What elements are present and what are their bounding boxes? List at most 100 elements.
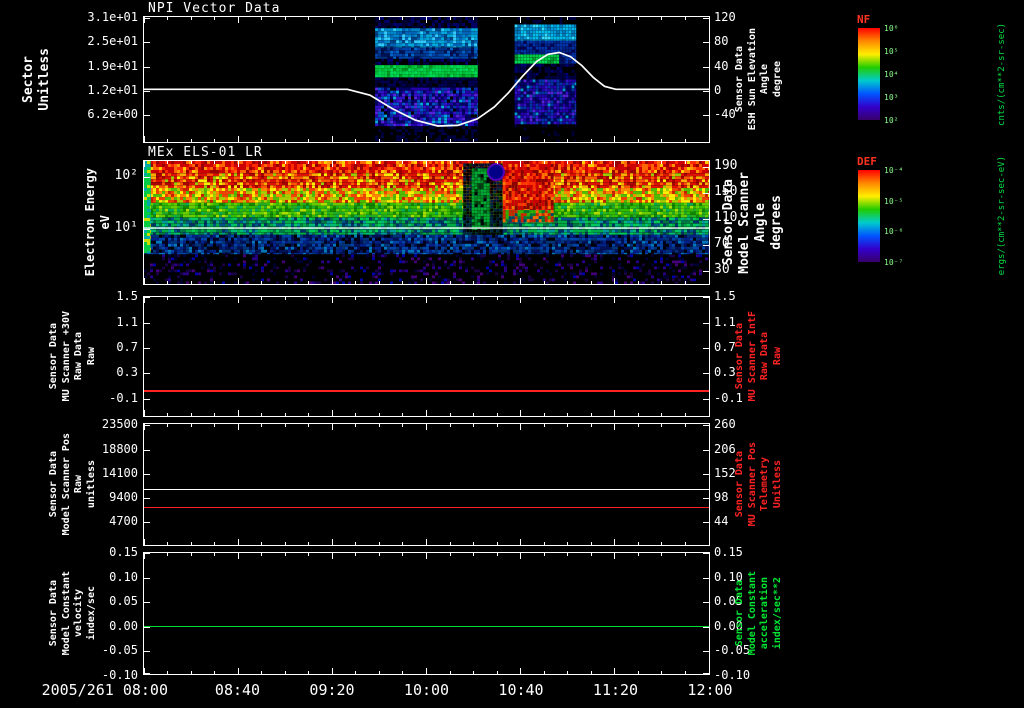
y-tick-mark: [703, 651, 709, 653]
axis-label-line: index/sec: [85, 586, 97, 641]
x-tick-mark: [284, 542, 286, 545]
x-tick-mark: [473, 671, 475, 674]
x-tick-mark: [614, 410, 616, 416]
x-tick-mark: [590, 671, 592, 674]
x-tick-mark: [331, 668, 333, 674]
x-tick-mark: [378, 424, 380, 427]
constant-line: [144, 506, 709, 509]
x-tick-mark: [378, 281, 380, 284]
axis-label-line: Angle: [759, 64, 770, 95]
x-tick-mark: [661, 297, 663, 300]
x-tick-mark: [473, 542, 475, 545]
colorbar-tick-label: 10⁶: [884, 24, 899, 33]
x-tick-mark: [614, 278, 616, 284]
x-tick-mark: [614, 539, 616, 545]
axis-label-line: Sensor Data: [48, 451, 59, 518]
y-tick-mark: [144, 373, 150, 375]
x-tick-mark: [661, 413, 663, 416]
x-tick-mark: [520, 539, 522, 545]
x-tick-mark: [520, 278, 522, 284]
x-tick-mark: [426, 410, 427, 416]
x-tick-mark: [167, 161, 169, 164]
x-tick-mark: [684, 413, 686, 416]
x-tick-mark: [684, 281, 686, 284]
x-tick-mark: [543, 424, 545, 427]
axis-label-line: Unitless: [771, 460, 783, 509]
x-tick-mark: [284, 553, 286, 556]
x-tick-mark: [637, 297, 639, 300]
x-tick-mark: [402, 671, 404, 674]
x-tick-mark: [144, 161, 145, 167]
x-tick-mark: [590, 424, 592, 427]
x-tick-mark: [237, 424, 239, 430]
x-tick-mark: [567, 297, 569, 300]
x-tick-mark: [543, 161, 545, 164]
x-tick-mark: [355, 424, 357, 427]
axis-label-line: Unitless: [36, 48, 52, 111]
x-tick-mark: [402, 297, 404, 300]
x-tick-mark: [543, 671, 545, 674]
y-tick-mark: [144, 347, 150, 349]
x-tick-mark: [308, 424, 310, 427]
x-tick-mark: [449, 413, 451, 416]
x-tick-mark: [261, 413, 263, 416]
x-tick-mark: [378, 297, 380, 300]
axis-label-line: Sensor Data: [48, 580, 59, 647]
x-tick-mark: [473, 161, 475, 164]
x-tick-mark: [426, 278, 427, 284]
x-tick-mark: [520, 424, 522, 430]
x-tick-mark: [684, 553, 686, 556]
x-tick-mark: [496, 671, 498, 674]
x-tick-mark: [355, 297, 357, 300]
y-tick-mark: [703, 497, 709, 499]
x-tick-mark: [214, 424, 216, 427]
y-tick-mark: [703, 245, 709, 246]
x-tick-mark: [355, 413, 357, 416]
x-tick-mark: [590, 297, 592, 300]
constant-line: [144, 625, 709, 628]
colorbar-tick-label: 10²: [884, 116, 899, 125]
x-tick-mark: [167, 542, 169, 545]
axis-label-line: Sensor Data: [734, 46, 745, 113]
x-tick-mark: [237, 668, 239, 674]
x-tick-mark: [637, 161, 639, 164]
x-tick-mark: [708, 278, 709, 284]
y-tick-mark: [144, 474, 150, 476]
axis-label-line: ESH Sun Elevation: [746, 28, 758, 131]
x-tick-mark: [355, 671, 357, 674]
colorbar-tick-label: 10⁵: [884, 47, 899, 56]
y-tick-mark: [144, 322, 150, 324]
x-tick-mark: [567, 553, 569, 556]
x-tick-mark: [567, 161, 569, 164]
x-tick-mark: [402, 424, 404, 427]
x-tick-mark: [284, 671, 286, 674]
axis-label-line: Electron Energy: [83, 168, 97, 277]
x-tick-mark: [144, 410, 145, 416]
mu30-left-axis-label: Sensor Data MU Scanner +30V Raw Data Raw: [48, 296, 97, 417]
x-tick-mark: [308, 542, 310, 545]
colorbar-nf: [858, 28, 880, 120]
x-tick-mark: [449, 161, 451, 164]
colorbar-tick-label: 10⁻⁶: [884, 227, 904, 237]
tick-label-left: 6.2e+00: [87, 106, 138, 121]
x-tick-mark: [284, 161, 286, 164]
tick-label-left: 3.1e+01: [87, 10, 138, 25]
x-tick-mark: [284, 424, 286, 427]
x-tick-mark: [331, 539, 333, 545]
y-tick-mark: [144, 497, 150, 499]
x-tick-mark: [449, 424, 451, 427]
x-tick-mark: [378, 671, 380, 674]
x-tick-mark: [590, 542, 592, 545]
axis-label-line: velocity: [73, 589, 84, 638]
time-axis-label: 09:20: [309, 681, 355, 699]
colorbar-def: [858, 170, 880, 262]
tick-label-left: 2.5e+01: [87, 34, 138, 49]
x-tick-mark: [637, 542, 639, 545]
x-tick-mark: [144, 278, 145, 284]
x-tick-mark: [284, 281, 286, 284]
els-spectrogram-panel: [143, 160, 710, 285]
x-tick-mark: [426, 424, 427, 430]
x-tick-mark: [426, 553, 427, 559]
els-right-axis-label: Sensor Data Model Scanner Angle degrees: [721, 160, 785, 285]
x-tick-mark: [261, 542, 263, 545]
